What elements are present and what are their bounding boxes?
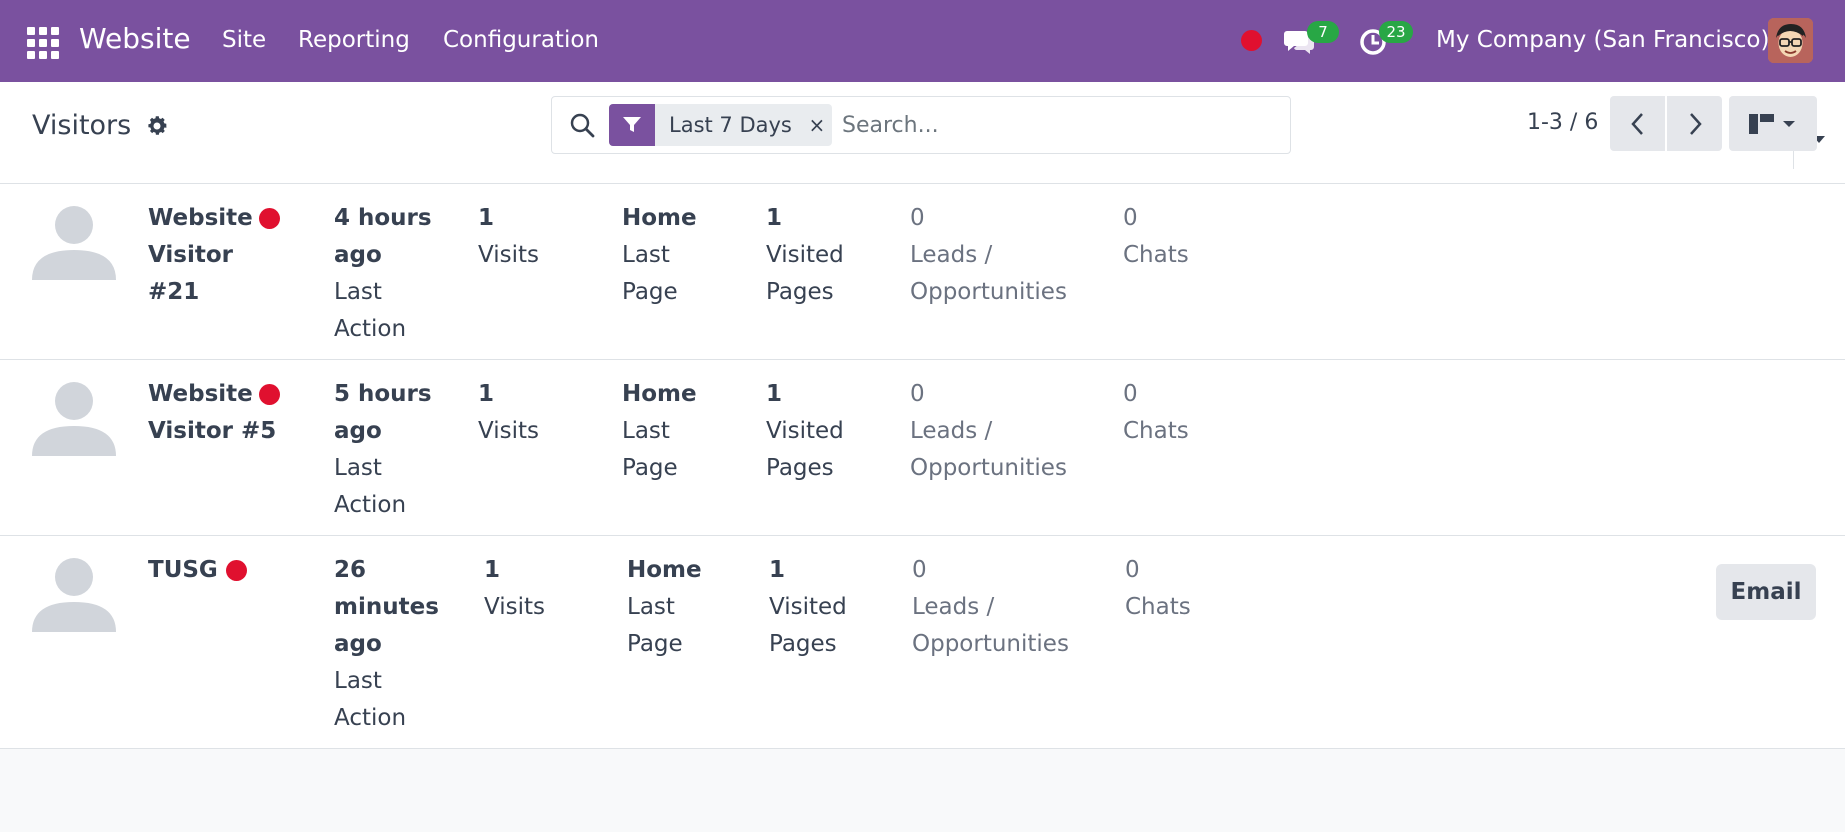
visits-label: Visits <box>478 418 539 444</box>
online-indicator <box>259 384 280 405</box>
chats-label: Chats <box>1123 242 1189 268</box>
last-action-cell: 26 minutes ago Last Action <box>334 552 444 737</box>
visitor-name: Website Visitor #5 <box>148 381 277 444</box>
last-page-cell: Home Last Page <box>627 552 717 663</box>
chats-value: 0 <box>1123 381 1138 407</box>
visitor-name: TUSG <box>148 557 218 583</box>
last-page-value: Home <box>627 557 702 583</box>
last-page-label: Last Page <box>622 418 678 481</box>
apps-grid-icon[interactable] <box>27 27 59 59</box>
last-page-cell: Home Last Page <box>622 200 712 311</box>
visited-pages-label: Visited Pages <box>766 242 844 305</box>
last-action-value: 26 minutes ago <box>334 557 439 657</box>
visits-label: Visits <box>478 242 539 268</box>
last-action-cell: 4 hours ago Last Action <box>334 200 434 348</box>
visits-cell: 1 Visits <box>478 200 578 274</box>
last-action-value: 4 hours ago <box>334 205 432 268</box>
visitor-placeholder-avatar <box>32 558 116 632</box>
app-name[interactable]: Website <box>79 22 191 55</box>
visited-pages-value: 1 <box>766 381 783 407</box>
status-indicator[interactable] <box>1241 30 1262 51</box>
visitor-card[interactable]: TUSG 26 minutes ago Last Action 1 Visits… <box>0 536 1845 749</box>
visited-pages-label: Visited Pages <box>766 418 844 481</box>
last-page-value: Home <box>622 381 697 407</box>
chat-count-badge: 7 <box>1307 21 1339 43</box>
leads-cell: 0 Leads / Opportunities <box>910 376 1090 487</box>
chevron-left-icon <box>1630 112 1643 135</box>
last-action-cell: 5 hours ago Last Action <box>334 376 434 524</box>
leads-label: Leads / Opportunities <box>910 242 1067 305</box>
visitor-placeholder-avatar <box>32 206 116 280</box>
user-avatar[interactable] <box>1768 18 1813 63</box>
last-page-label: Last Page <box>622 242 678 305</box>
visited-pages-label: Visited Pages <box>769 594 847 657</box>
online-indicator <box>226 560 247 581</box>
gear-icon[interactable] <box>145 114 169 138</box>
chats-label: Chats <box>1123 418 1189 444</box>
leads-value: 0 <box>912 557 927 583</box>
user-face-icon <box>1768 18 1813 63</box>
page-title: Visitors <box>32 110 132 141</box>
visited-pages-cell: 1 Visited Pages <box>766 376 866 487</box>
visited-pages-value: 1 <box>769 557 786 583</box>
visitor-card[interactable]: Website Visitor #5 5 hours ago Last Acti… <box>0 360 1845 536</box>
visited-pages-cell: 1 Visited Pages <box>766 200 866 311</box>
visits-cell: 1 Visits <box>484 552 584 626</box>
last-page-label: Last Page <box>627 594 683 657</box>
top-navbar: Website Site Reporting Configuration 7 2… <box>0 0 1845 82</box>
visits-label: Visits <box>484 594 545 620</box>
leads-label: Leads / Opportunities <box>910 418 1067 481</box>
email-button[interactable]: Email <box>1716 564 1816 620</box>
last-action-value: 5 hours ago <box>334 381 432 444</box>
control-panel: Visitors Last 7 Days × 1-3 / 6 <box>0 82 1845 184</box>
chats-cell: 0 Chats <box>1123 376 1223 450</box>
last-action-label: Last Action <box>334 279 407 342</box>
leads-value: 0 <box>910 381 925 407</box>
pager-previous-button[interactable] <box>1610 96 1665 151</box>
menu-configuration[interactable]: Configuration <box>443 27 599 53</box>
last-action-label: Last Action <box>334 455 407 518</box>
pager-next-button[interactable] <box>1667 96 1722 151</box>
search-facet: Last 7 Days × <box>609 104 832 146</box>
chats-value: 0 <box>1123 205 1138 231</box>
search-icon[interactable] <box>568 111 596 139</box>
last-action-label: Last Action <box>334 668 407 731</box>
last-page-value: Home <box>622 205 697 231</box>
visits-value: 1 <box>478 205 495 231</box>
chats-label: Chats <box>1125 594 1191 620</box>
last-page-cell: Home Last Page <box>622 376 712 487</box>
company-switcher[interactable]: My Company (San Francisco) <box>1436 27 1769 53</box>
chats-cell: 0 Chats <box>1125 552 1225 626</box>
visits-cell: 1 Visits <box>478 376 578 450</box>
visits-value: 1 <box>478 381 495 407</box>
menu-reporting[interactable]: Reporting <box>298 27 410 53</box>
visited-pages-value: 1 <box>766 205 783 231</box>
leads-label: Leads / Opportunities <box>912 594 1069 657</box>
kanban-view-icon <box>1749 113 1795 134</box>
online-indicator <box>259 208 280 229</box>
facet-label: Last 7 Days <box>669 113 792 137</box>
visitor-card[interactable]: Website Visitor #21 4 hours ago Last Act… <box>0 184 1845 360</box>
visitor-list: Website Visitor #21 4 hours ago Last Act… <box>0 184 1845 749</box>
filter-icon <box>609 104 655 146</box>
leads-cell: 0 Leads / Opportunities <box>912 552 1092 663</box>
leads-value: 0 <box>910 205 925 231</box>
visited-pages-cell: 1 Visited Pages <box>769 552 869 663</box>
search-box: Last 7 Days × <box>551 96 1825 169</box>
chevron-right-icon <box>1689 112 1702 135</box>
chats-value: 0 <box>1125 557 1140 583</box>
facet-remove-button[interactable]: × <box>802 104 832 146</box>
leads-cell: 0 Leads / Opportunities <box>910 200 1090 311</box>
chats-cell: 0 Chats <box>1123 200 1223 274</box>
menu-site[interactable]: Site <box>222 27 266 53</box>
visits-value: 1 <box>484 557 501 583</box>
pager-value[interactable]: 1-3 / 6 <box>1527 110 1598 135</box>
view-switcher-button[interactable] <box>1729 96 1817 151</box>
visitor-placeholder-avatar <box>32 382 116 456</box>
search-input[interactable] <box>842 107 1282 143</box>
activity-count-badge: 23 <box>1379 21 1413 43</box>
